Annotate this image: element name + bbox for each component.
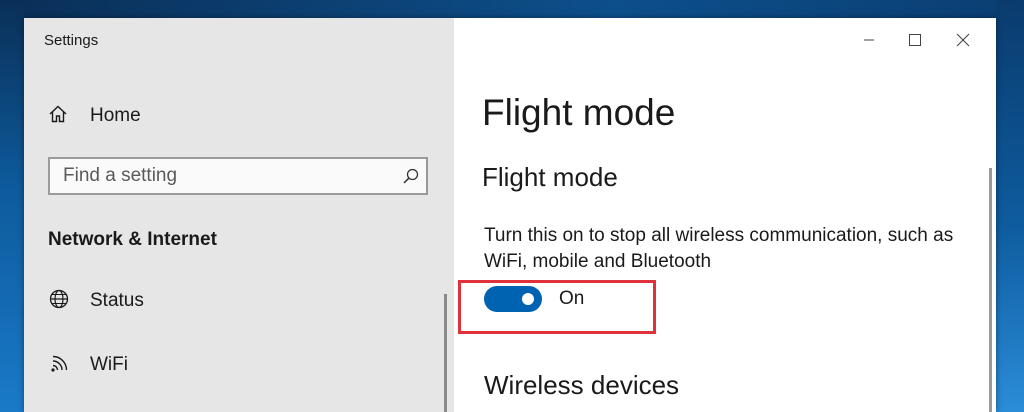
- flight-mode-description: Turn this on to stop all wireless commun…: [484, 225, 954, 272]
- settings-window: Settings Home Network & Internet: [24, 18, 996, 412]
- home-icon: [48, 104, 68, 129]
- search-input[interactable]: [50, 164, 396, 188]
- search-box: [48, 157, 428, 195]
- search-icon[interactable]: [396, 167, 426, 185]
- sidebar-item-status[interactable]: Status: [48, 286, 144, 316]
- sidebar-item-wifi[interactable]: WiFi: [48, 350, 128, 380]
- page-title: Flight mode: [482, 92, 676, 133]
- sidebar-item-home[interactable]: Home: [48, 102, 141, 130]
- sidebar: Settings Home Network & Internet: [24, 18, 454, 412]
- sidebar-item-label: WiFi: [90, 354, 128, 375]
- desktop-background-top: [0, 0, 1024, 18]
- close-button[interactable]: [940, 26, 986, 54]
- wireless-devices-heading: Wireless devices: [484, 370, 680, 400]
- wifi-icon: [48, 352, 70, 379]
- sidebar-scrollbar[interactable]: [444, 294, 447, 412]
- highlight-annotation: [458, 280, 656, 334]
- minimize-button[interactable]: [846, 26, 892, 54]
- sidebar-item-label: Home: [90, 105, 141, 126]
- section-title: Flight mode: [482, 162, 618, 192]
- section-heading: Network & Internet: [48, 229, 217, 250]
- content-pane: Flight mode Flight mode Turn this on to …: [454, 18, 996, 412]
- desktop-background-left: [0, 0, 24, 412]
- app-title: Settings: [44, 32, 99, 49]
- sidebar-item-label: Status: [90, 290, 144, 311]
- content-scrollbar[interactable]: [989, 168, 992, 412]
- globe-icon: [48, 288, 70, 315]
- desktop-background-right: [996, 0, 1024, 412]
- maximize-button[interactable]: [892, 26, 938, 54]
